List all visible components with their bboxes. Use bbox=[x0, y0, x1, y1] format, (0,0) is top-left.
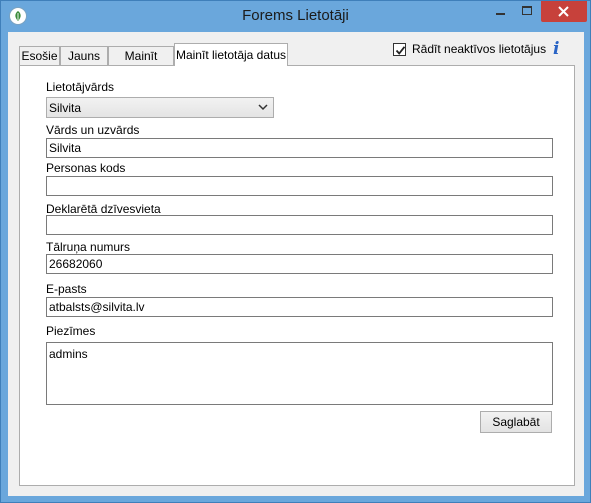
tab-edit-user-data[interactable]: Mainīt lietotāja datus bbox=[174, 43, 288, 66]
close-button[interactable] bbox=[541, 1, 587, 22]
client-area: Esošie Jauns Mainīt paroli Mainīt lietot… bbox=[8, 32, 584, 496]
username-select-value: Silvita bbox=[49, 101, 82, 115]
show-inactive-label: Rādīt neaktīvos lietotājus bbox=[412, 42, 547, 56]
address-field[interactable] bbox=[46, 215, 553, 235]
personal-code-field[interactable] bbox=[46, 176, 553, 196]
fullname-label: Vārds un uzvārds bbox=[46, 123, 140, 137]
minimize-button[interactable] bbox=[487, 1, 514, 22]
maximize-button[interactable] bbox=[514, 1, 541, 22]
title-bar[interactable]: Forems Lietotāji bbox=[1, 1, 590, 32]
username-select[interactable]: Silvita bbox=[46, 97, 274, 118]
username-label: Lietotājvārds bbox=[46, 80, 115, 94]
email-label: E-pasts bbox=[46, 282, 87, 296]
address-label: Deklarētā dzīvesvieta bbox=[46, 202, 161, 216]
show-inactive-checkbox[interactable] bbox=[393, 43, 406, 56]
tab-change-password[interactable]: Mainīt paroli bbox=[108, 46, 174, 81]
minimize-icon bbox=[496, 13, 505, 15]
info-icon[interactable]: i bbox=[553, 39, 565, 59]
checkmark-icon bbox=[395, 46, 406, 55]
fullname-field[interactable]: Silvita bbox=[46, 138, 553, 158]
notes-label: Piezīmes bbox=[46, 324, 96, 338]
close-icon bbox=[558, 6, 569, 17]
tab-existing[interactable]: Esošie bbox=[19, 46, 60, 66]
chevron-down-icon bbox=[258, 104, 268, 111]
edit-user-panel: Lietotājvārds Silvita Vārds un uzvārds S… bbox=[19, 65, 575, 486]
phone-field[interactable]: 26682060 bbox=[46, 254, 553, 274]
notes-textarea[interactable]: admins bbox=[46, 342, 553, 405]
maximize-icon bbox=[522, 6, 532, 15]
app-window: Forems Lietotāji Esošie Jauns Mainīt par… bbox=[0, 0, 591, 503]
phone-label: Tālruņa numurs bbox=[46, 240, 131, 254]
email-field[interactable]: atbalsts@silvita.lv bbox=[46, 297, 553, 317]
tab-new[interactable]: Jauns bbox=[60, 46, 108, 66]
personal-code-label: Personas kods bbox=[46, 161, 126, 175]
save-button[interactable]: Saglabāt bbox=[480, 411, 552, 433]
